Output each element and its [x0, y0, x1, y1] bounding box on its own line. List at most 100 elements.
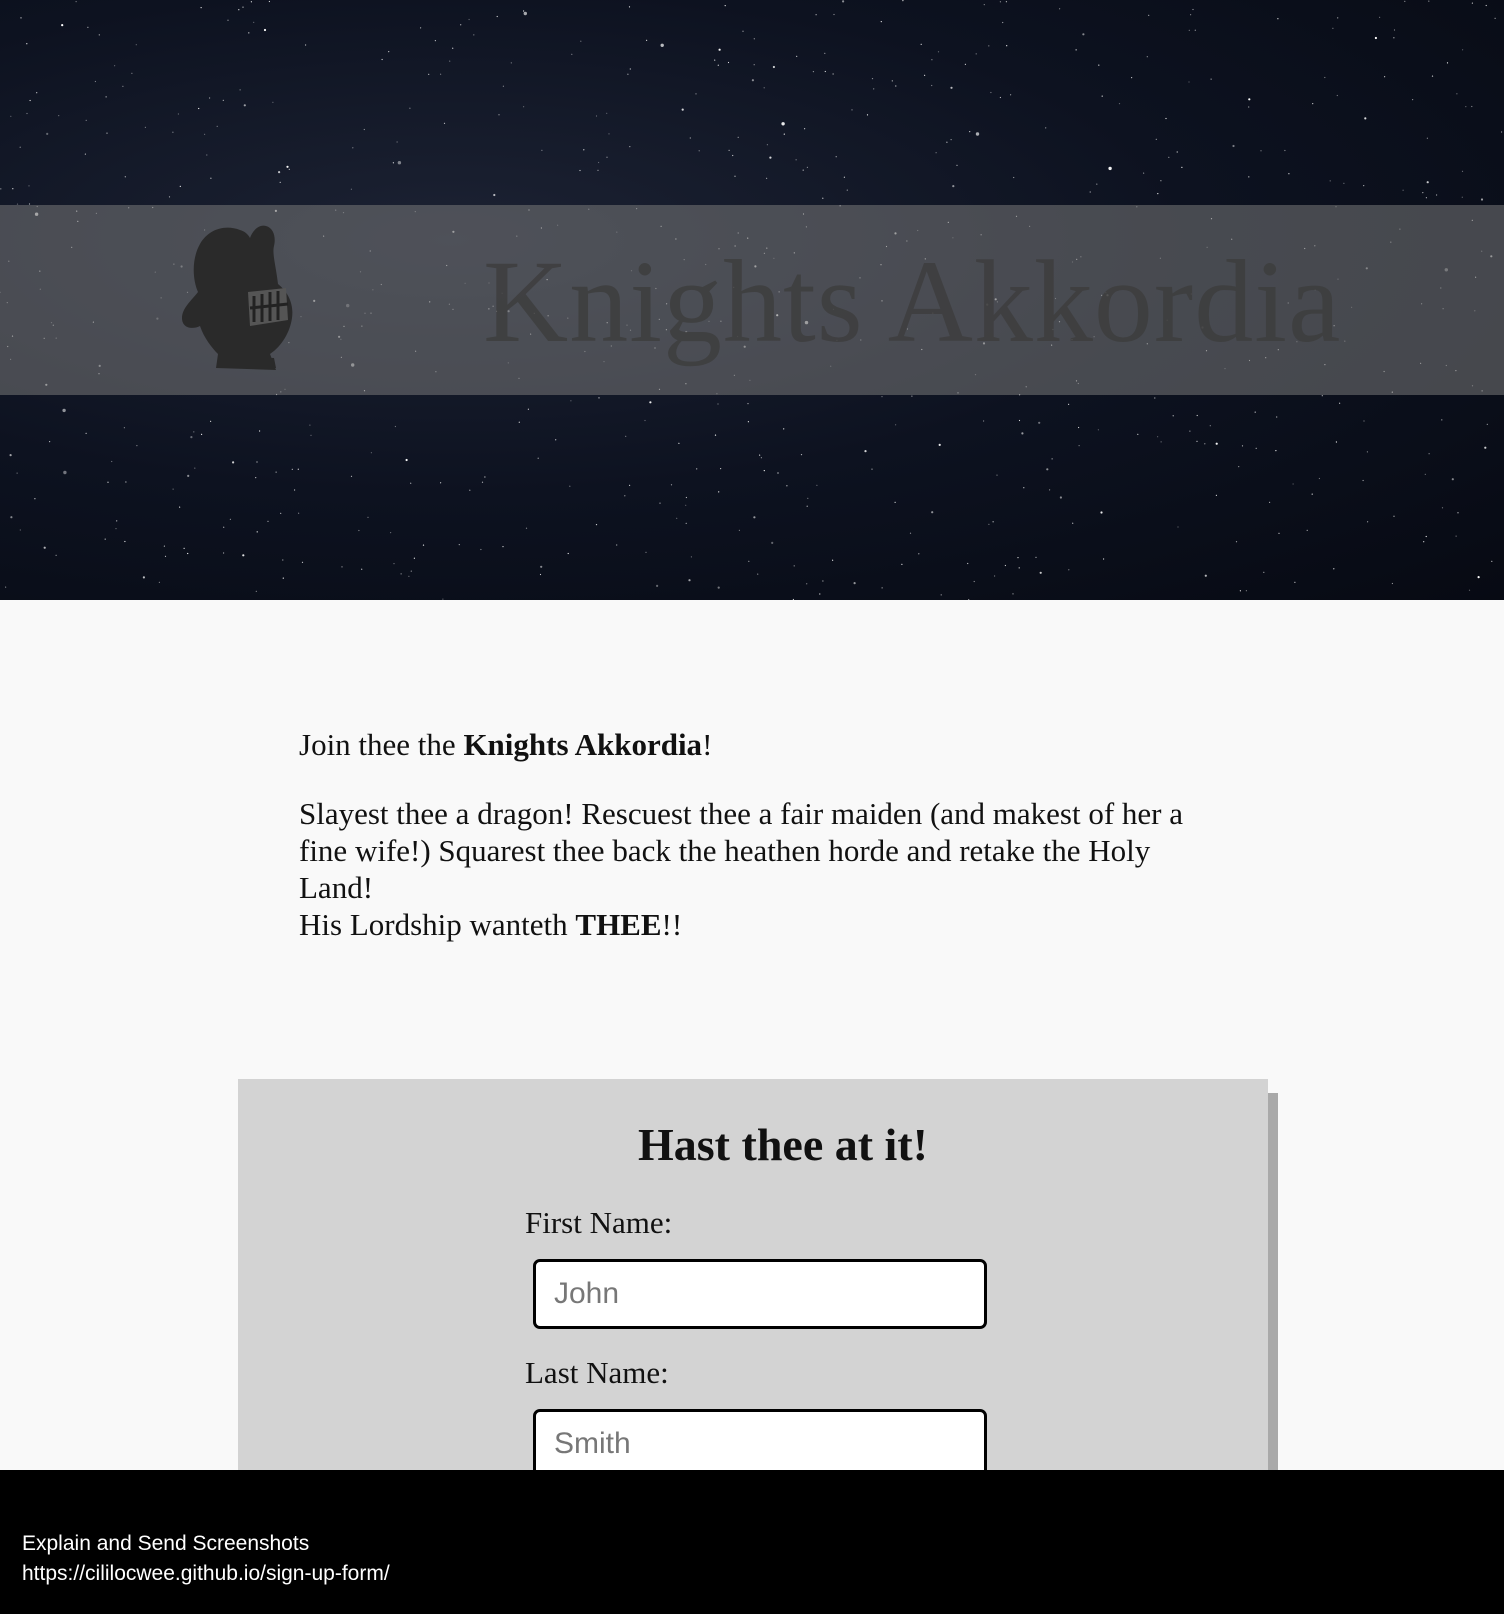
star	[1118, 103, 1121, 105]
star	[116, 520, 118, 522]
star	[938, 443, 941, 446]
star	[26, 112, 28, 115]
star	[763, 87, 765, 89]
star	[656, 584, 659, 588]
star	[717, 64, 719, 66]
star	[924, 74, 926, 76]
star	[63, 470, 67, 475]
last-name-input[interactable]	[533, 1409, 987, 1479]
star	[1196, 440, 1198, 442]
star	[1333, 568, 1335, 570]
star	[1248, 106, 1250, 108]
star	[950, 139, 952, 141]
star	[1215, 494, 1217, 496]
star	[394, 425, 396, 428]
first-name-input[interactable]	[533, 1259, 987, 1329]
star	[541, 149, 543, 151]
star	[28, 185, 30, 187]
lordship-bold: THEE	[575, 907, 662, 942]
star	[969, 131, 971, 133]
star	[10, 516, 13, 519]
star	[85, 432, 87, 434]
star	[732, 154, 734, 157]
star	[629, 146, 631, 148]
star	[570, 400, 572, 402]
star	[255, 477, 257, 479]
star	[350, 475, 353, 477]
star	[670, 484, 673, 486]
star	[1248, 98, 1251, 101]
star	[753, 38, 755, 40]
star	[291, 468, 293, 470]
star	[124, 176, 126, 178]
star	[616, 544, 618, 546]
star	[1294, 581, 1296, 583]
star	[690, 556, 693, 558]
star	[301, 561, 304, 563]
page: Knights Akkordia Join thee the Knights A…	[0, 0, 1504, 1614]
star	[1491, 560, 1493, 563]
star	[1471, 2, 1473, 4]
star	[724, 5, 726, 7]
join-suffix: !	[702, 727, 713, 762]
star	[1082, 33, 1085, 36]
star	[1013, 176, 1015, 179]
star	[853, 582, 856, 585]
star	[358, 529, 360, 532]
star	[481, 481, 484, 483]
star	[168, 196, 171, 198]
join-brand: Knights Akkordia	[463, 727, 703, 762]
star	[627, 73, 629, 75]
star	[688, 579, 691, 582]
star	[410, 570, 412, 572]
star	[216, 125, 218, 127]
star	[931, 511, 934, 514]
star	[931, 84, 933, 87]
star	[232, 461, 235, 464]
star	[950, 86, 953, 89]
star	[229, 518, 231, 520]
star	[1023, 487, 1025, 489]
star	[1431, 75, 1434, 77]
star	[583, 149, 585, 151]
star	[1137, 433, 1139, 435]
star	[753, 516, 756, 519]
star	[442, 598, 444, 600]
intro-body: Slayest thee a dragon! Rescuest thee a f…	[299, 796, 1183, 905]
star	[1196, 414, 1198, 417]
star	[806, 505, 808, 507]
star	[1318, 477, 1320, 480]
star	[1190, 14, 1192, 16]
star	[310, 434, 312, 436]
star	[12, 188, 14, 190]
star	[58, 115, 60, 117]
star	[62, 408, 66, 413]
star	[793, 565, 795, 567]
star	[747, 403, 749, 405]
join-line: Join thee the Knights Akkordia!	[299, 726, 1219, 763]
star	[902, 0, 904, 2]
star	[55, 554, 57, 556]
star	[714, 59, 716, 61]
star	[502, 85, 504, 87]
star	[931, 59, 933, 61]
star	[1209, 425, 1211, 427]
star	[1096, 183, 1098, 185]
star	[288, 168, 290, 170]
star	[396, 141, 398, 143]
star	[738, 529, 741, 532]
first-name-label: First Name:	[525, 1205, 673, 1240]
star	[397, 161, 402, 165]
star	[988, 45, 990, 47]
star	[9, 454, 12, 457]
star	[210, 177, 212, 179]
star	[20, 17, 22, 19]
star	[255, 590, 257, 593]
star	[783, 428, 785, 430]
star	[777, 472, 779, 474]
star	[832, 73, 834, 75]
star	[440, 482, 442, 484]
star	[871, 468, 873, 470]
star	[537, 457, 539, 459]
star	[279, 181, 281, 183]
